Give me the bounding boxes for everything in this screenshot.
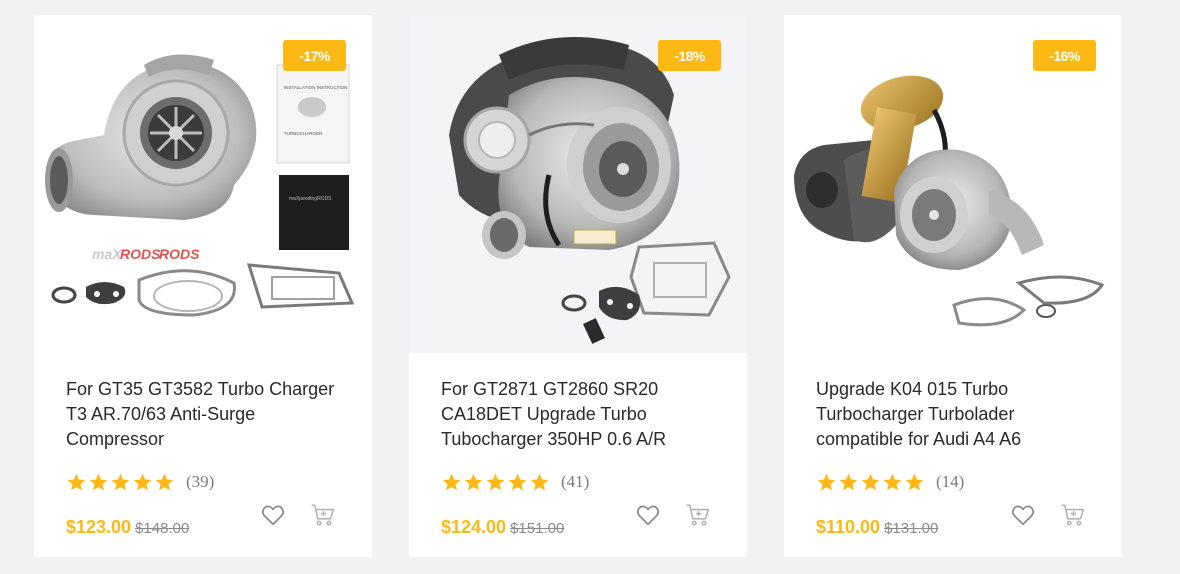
star-rating [441, 472, 550, 493]
product-title[interactable]: Upgrade K04 015 Turbo Turbocharger Turbo… [816, 377, 1098, 452]
discount-badge: -18% [658, 40, 721, 71]
svg-text:RODS: RODS [120, 246, 161, 262]
review-count[interactable]: (14) [936, 472, 964, 492]
svg-text:RODS: RODS [159, 246, 200, 262]
original-price: $148.00 [135, 520, 190, 537]
product-rating: (39) [66, 470, 214, 494]
star-icon [154, 472, 175, 493]
discount-badge: -17% [283, 40, 346, 71]
star-icon [463, 472, 484, 493]
star-icon [66, 472, 87, 493]
sale-price: $124.00 [441, 517, 507, 537]
star-icon [88, 472, 109, 493]
discount-badge: -16% [1033, 40, 1096, 71]
manual-title-text: INSTALLATION INSTRUCTION [284, 85, 347, 90]
original-price: $131.00 [884, 520, 939, 537]
cart-icon [686, 504, 710, 526]
product-rating: (14) [816, 470, 964, 494]
product-image[interactable]: -18% [409, 15, 747, 353]
price-row: $110.00 $131.00 [816, 517, 938, 538]
wishlist-button[interactable] [257, 499, 289, 531]
star-icon [904, 472, 925, 493]
star-icon [882, 472, 903, 493]
star-icon [485, 472, 506, 493]
price-row: $124.00 $151.00 [441, 517, 564, 538]
add-to-cart-button[interactable] [1057, 499, 1089, 531]
product-image[interactable]: INSTALLATION INSTRUCTION TURBOCHARGER ma… [34, 15, 372, 353]
product-card[interactable]: -18% For GT2871 GT2860 SR20 CA18DET Upgr… [409, 15, 747, 557]
heart-icon [636, 505, 660, 526]
heart-icon [1011, 505, 1035, 526]
heart-icon [261, 505, 285, 526]
original-price: $151.00 [510, 520, 565, 537]
brand-logo-text: maX [92, 246, 123, 262]
review-count[interactable]: (39) [186, 472, 214, 492]
star-icon [816, 472, 837, 493]
star-icon [529, 472, 550, 493]
star-icon [860, 472, 881, 493]
svg-text:maXpeedingRODS: maXpeedingRODS [289, 196, 332, 202]
star-icon [441, 472, 462, 493]
add-to-cart-button[interactable] [682, 499, 714, 531]
cart-icon [1061, 504, 1085, 526]
review-count[interactable]: (41) [561, 472, 589, 492]
add-to-cart-button[interactable] [307, 499, 339, 531]
star-rating [816, 472, 925, 493]
manual-subtitle-text: TURBOCHARGER [284, 131, 323, 136]
product-title[interactable]: For GT2871 GT2860 SR20 CA18DET Upgrade T… [441, 377, 723, 452]
star-icon [132, 472, 153, 493]
sale-price: $110.00 [816, 517, 881, 537]
product-title[interactable]: For GT35 GT3582 Turbo Charger T3 AR.70/6… [66, 377, 348, 452]
star-icon [507, 472, 528, 493]
wishlist-button[interactable] [1007, 499, 1039, 531]
product-card[interactable]: INSTALLATION INSTRUCTION TURBOCHARGER ma… [34, 15, 372, 557]
star-rating [66, 472, 175, 493]
product-rating: (41) [441, 470, 589, 494]
product-image[interactable]: -16% [784, 15, 1122, 353]
star-icon [838, 472, 859, 493]
cart-icon [311, 504, 335, 526]
product-card[interactable]: -16% Upgrade K04 015 Turbo Turbocharger … [784, 15, 1122, 557]
star-icon [110, 472, 131, 493]
price-row: $123.00 $148.00 [66, 517, 189, 538]
wishlist-button[interactable] [632, 499, 664, 531]
sale-price: $123.00 [66, 517, 132, 537]
